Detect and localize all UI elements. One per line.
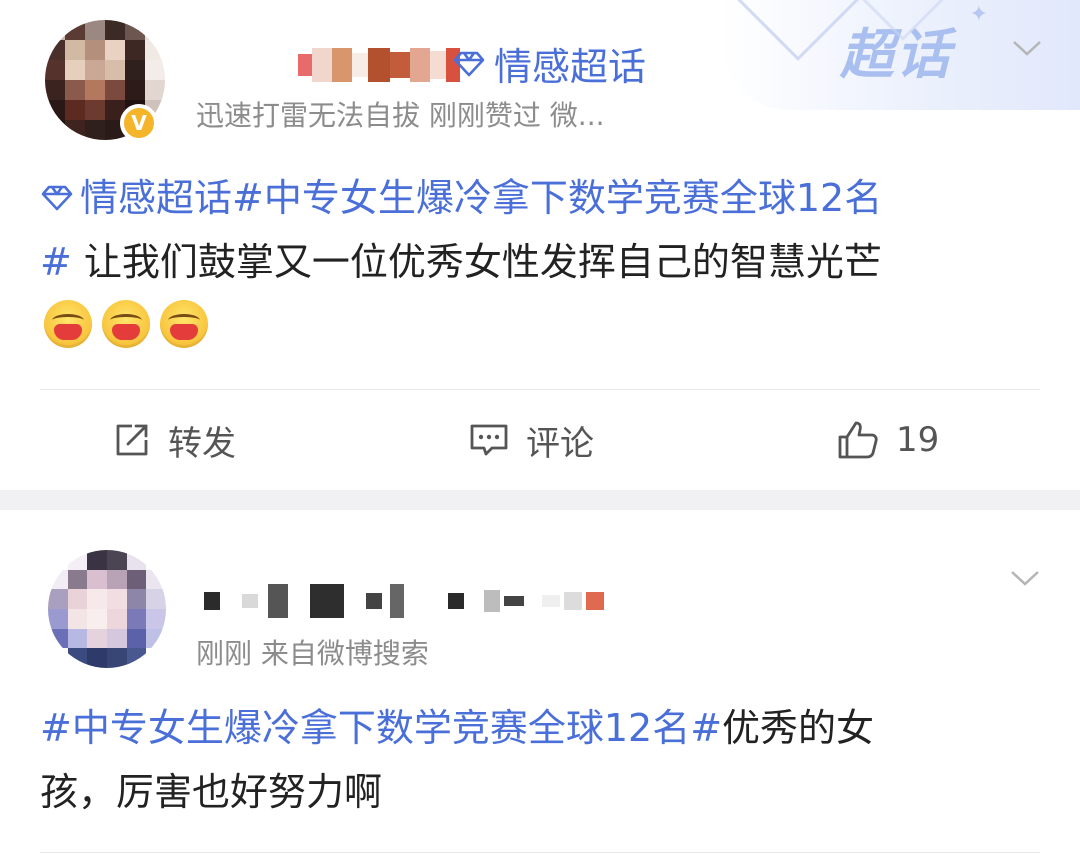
action-bar: 转发 评论 19 — [0, 390, 1080, 490]
hug-emoji-icon — [160, 300, 208, 348]
comment-label: 评论 — [526, 423, 594, 464]
chevron-down-icon[interactable] — [1010, 570, 1040, 586]
comment-button[interactable]: 评论 — [468, 390, 594, 490]
like-button[interactable]: 19 — [836, 390, 939, 490]
hashtag-end[interactable]: # — [40, 240, 72, 284]
hug-emoji-icon — [44, 300, 92, 348]
super-topic-tag[interactable]: 情感超话 — [452, 36, 646, 91]
hug-emoji-icon — [102, 300, 150, 348]
super-topic-label: 情感超话 — [494, 45, 647, 89]
comment-icon — [468, 420, 510, 460]
emoji-row — [44, 300, 208, 348]
feed-separator — [0, 490, 1080, 510]
post-content: 情感超话#中专女生爆冷拿下数学竞赛全球12名 # 让我们鼓掌又一位优秀女性发挥自… — [40, 166, 1040, 294]
repost-icon — [112, 420, 152, 460]
post-meta: 迅速打雷无法自拔 刚刚赞过 微... — [196, 99, 605, 132]
sparkle-icon: ✦ — [969, 2, 988, 27]
diamond-icon — [452, 42, 486, 86]
diamond-icon — [40, 185, 74, 211]
username[interactable] — [204, 584, 604, 618]
divider — [40, 852, 1040, 853]
post-text: 让我们鼓掌又一位优秀女性发挥自己的智慧光芒 — [71, 240, 882, 284]
super-topic-badge: 超话 — [840, 23, 952, 86]
like-count: 19 — [896, 420, 940, 460]
repost-label: 转发 — [168, 423, 236, 464]
hashtag-link[interactable]: #中专女生爆冷拿下数学竞赛全球12名# — [40, 706, 722, 750]
chevron-down-icon[interactable] — [1012, 40, 1042, 56]
post-text: 优秀的女 — [722, 706, 875, 750]
post-text-line2: 孩，厉害也好努力啊 — [40, 770, 383, 814]
feed-post-1: 超话 ✦ V 情感超话 迅速打雷无法自拔 刚刚赞过 微... 情感超话#中专女生… — [0, 0, 1080, 490]
username[interactable] — [298, 48, 460, 82]
hashtag-link[interactable]: 情感超话#中专女生爆冷拿下数学竞赛全球12名 — [80, 166, 882, 230]
thumbs-up-icon — [836, 419, 880, 461]
verified-badge-icon: V — [120, 104, 158, 142]
avatar[interactable] — [48, 550, 166, 668]
post-meta: 刚刚 来自微博搜索 — [196, 637, 429, 670]
feed-post-2: 刚刚 来自微博搜索 #中专女生爆冷拿下数学竞赛全球12名#优秀的女 孩，厉害也好… — [0, 510, 1080, 862]
repost-button[interactable]: 转发 — [112, 390, 236, 490]
post-content: #中专女生爆冷拿下数学竞赛全球12名#优秀的女 孩，厉害也好努力啊 — [40, 696, 1040, 824]
